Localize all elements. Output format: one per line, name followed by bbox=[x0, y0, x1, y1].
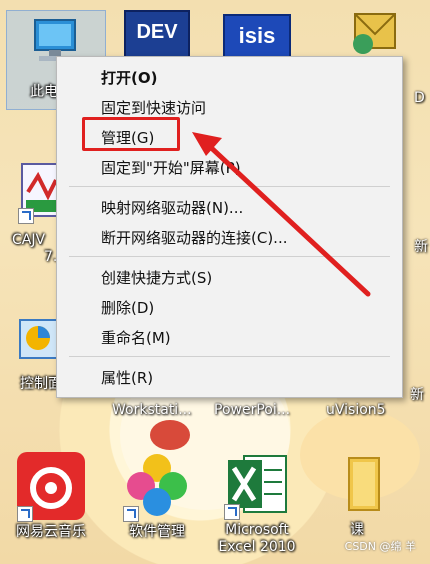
annotation-arrow-icon bbox=[192, 132, 371, 297]
